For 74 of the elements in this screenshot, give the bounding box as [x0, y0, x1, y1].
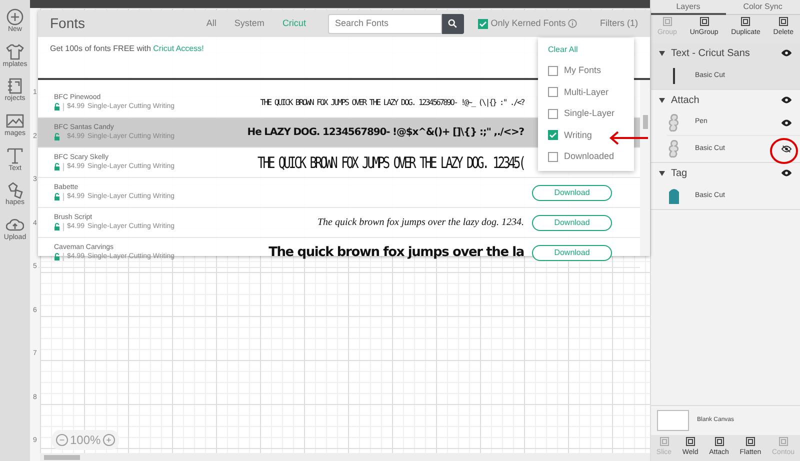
square-icon [714, 437, 724, 446]
square-icon [662, 17, 672, 26]
caret-icon[interactable] [659, 170, 665, 176]
caret-icon[interactable] [659, 98, 665, 102]
info-icon[interactable] [568, 19, 577, 28]
filter-option[interactable]: Downloaded [564, 150, 614, 164]
lock-icon [54, 223, 60, 232]
clear-all-button[interactable]: Clear All [548, 44, 578, 56]
caret-icon[interactable] [659, 50, 665, 56]
download-button[interactable]: Download [532, 214, 612, 230]
font-tab[interactable]: All [202, 16, 220, 30]
search-field[interactable]: Search Fonts [328, 14, 442, 34]
eye-icon[interactable] [781, 169, 792, 177]
new-icon[interactable] [6, 8, 24, 26]
font-tab[interactable]: System [230, 16, 268, 30]
font-sample: THE QUICK BROWN FOX JUMPS OVER THE LAZY DOG. 123456789O- !@~_ (\|{} :" ./<? [260, 96, 524, 109]
search-icon [448, 19, 458, 28]
hidden-eye-icon[interactable] [781, 145, 792, 153]
search-button[interactable] [442, 14, 464, 34]
shirt-icon[interactable] [6, 42, 24, 61]
promo-link[interactable]: Cricut Access! [153, 44, 204, 53]
font-sample: He LAZY DOG. 1234567890- !@$x^&()+ []\{} :;" ,./<>? [247, 126, 524, 140]
lock-icon [54, 253, 60, 262]
flower-thumbnail [667, 140, 681, 158]
eye-icon[interactable] [781, 118, 792, 126]
layer-name: Tag [671, 166, 688, 180]
zoom-level: 100% [70, 432, 101, 449]
panel-tab[interactable]: Layers [651, 0, 726, 15]
layer-name: Attach [671, 94, 700, 108]
lock-icon [54, 163, 60, 172]
annotation-arrow [609, 131, 649, 145]
image-icon[interactable] [6, 112, 24, 130]
panel-tab[interactable]: Color Sync [726, 0, 800, 15]
square-icon [778, 17, 788, 26]
annotation-circle [769, 137, 799, 165]
eye-icon[interactable] [781, 49, 792, 57]
checkbox[interactable] [548, 130, 558, 140]
checkbox[interactable] [478, 18, 488, 28]
filter-option[interactable]: Single-Layer [564, 107, 615, 120]
tag-thumbnail [667, 187, 681, 205]
square-icon [686, 437, 695, 446]
download-button[interactable]: Download [532, 244, 612, 260]
flower-thumbnail [667, 114, 681, 132]
checkbox-label: Only Kerned Fonts [490, 16, 566, 30]
checkbox[interactable] [548, 66, 558, 76]
filters-button[interactable]: Filters (1) [596, 16, 642, 30]
square-icon [741, 17, 750, 26]
checkbox[interactable] [548, 108, 558, 119]
lock-icon [54, 103, 60, 112]
promo-text: Get 100s of fonts FREE with Cricut Access! [50, 43, 204, 55]
lock-icon [54, 193, 60, 202]
download-button[interactable]: Download [532, 184, 612, 200]
font-sample: The quick brown fox jumps over the lazy dog. 1234. [317, 216, 524, 230]
filter-option[interactable]: Writing [564, 128, 592, 142]
font-sample: The quick brown fox jumps over the la [268, 244, 524, 262]
shapes-icon[interactable] [6, 181, 24, 200]
zoom-in-button[interactable]: + [102, 434, 115, 446]
canvas-thumbnail[interactable] [657, 410, 689, 431]
filter-option[interactable]: My Fonts [564, 64, 602, 78]
filter-option[interactable]: Multi-Layer [564, 86, 609, 99]
text-icon[interactable] [6, 146, 24, 165]
square-icon [660, 437, 668, 446]
checkbox[interactable] [548, 152, 558, 162]
square-icon [700, 17, 709, 26]
zoom-out-button[interactable]: − [56, 434, 68, 446]
square-icon [746, 437, 755, 446]
layer-name: Text - Cricut Sans [671, 46, 751, 60]
panel-title: Fonts [50, 14, 86, 33]
checkbox[interactable] [548, 87, 558, 98]
square-icon [778, 437, 788, 446]
lock-icon [54, 133, 60, 142]
eye-icon[interactable] [781, 96, 792, 104]
notebook-icon[interactable] [6, 77, 24, 96]
font-sample: THE QUICK BROWN FOX JUMPS OVER THE LAZY DOG. 12345( [258, 152, 524, 174]
